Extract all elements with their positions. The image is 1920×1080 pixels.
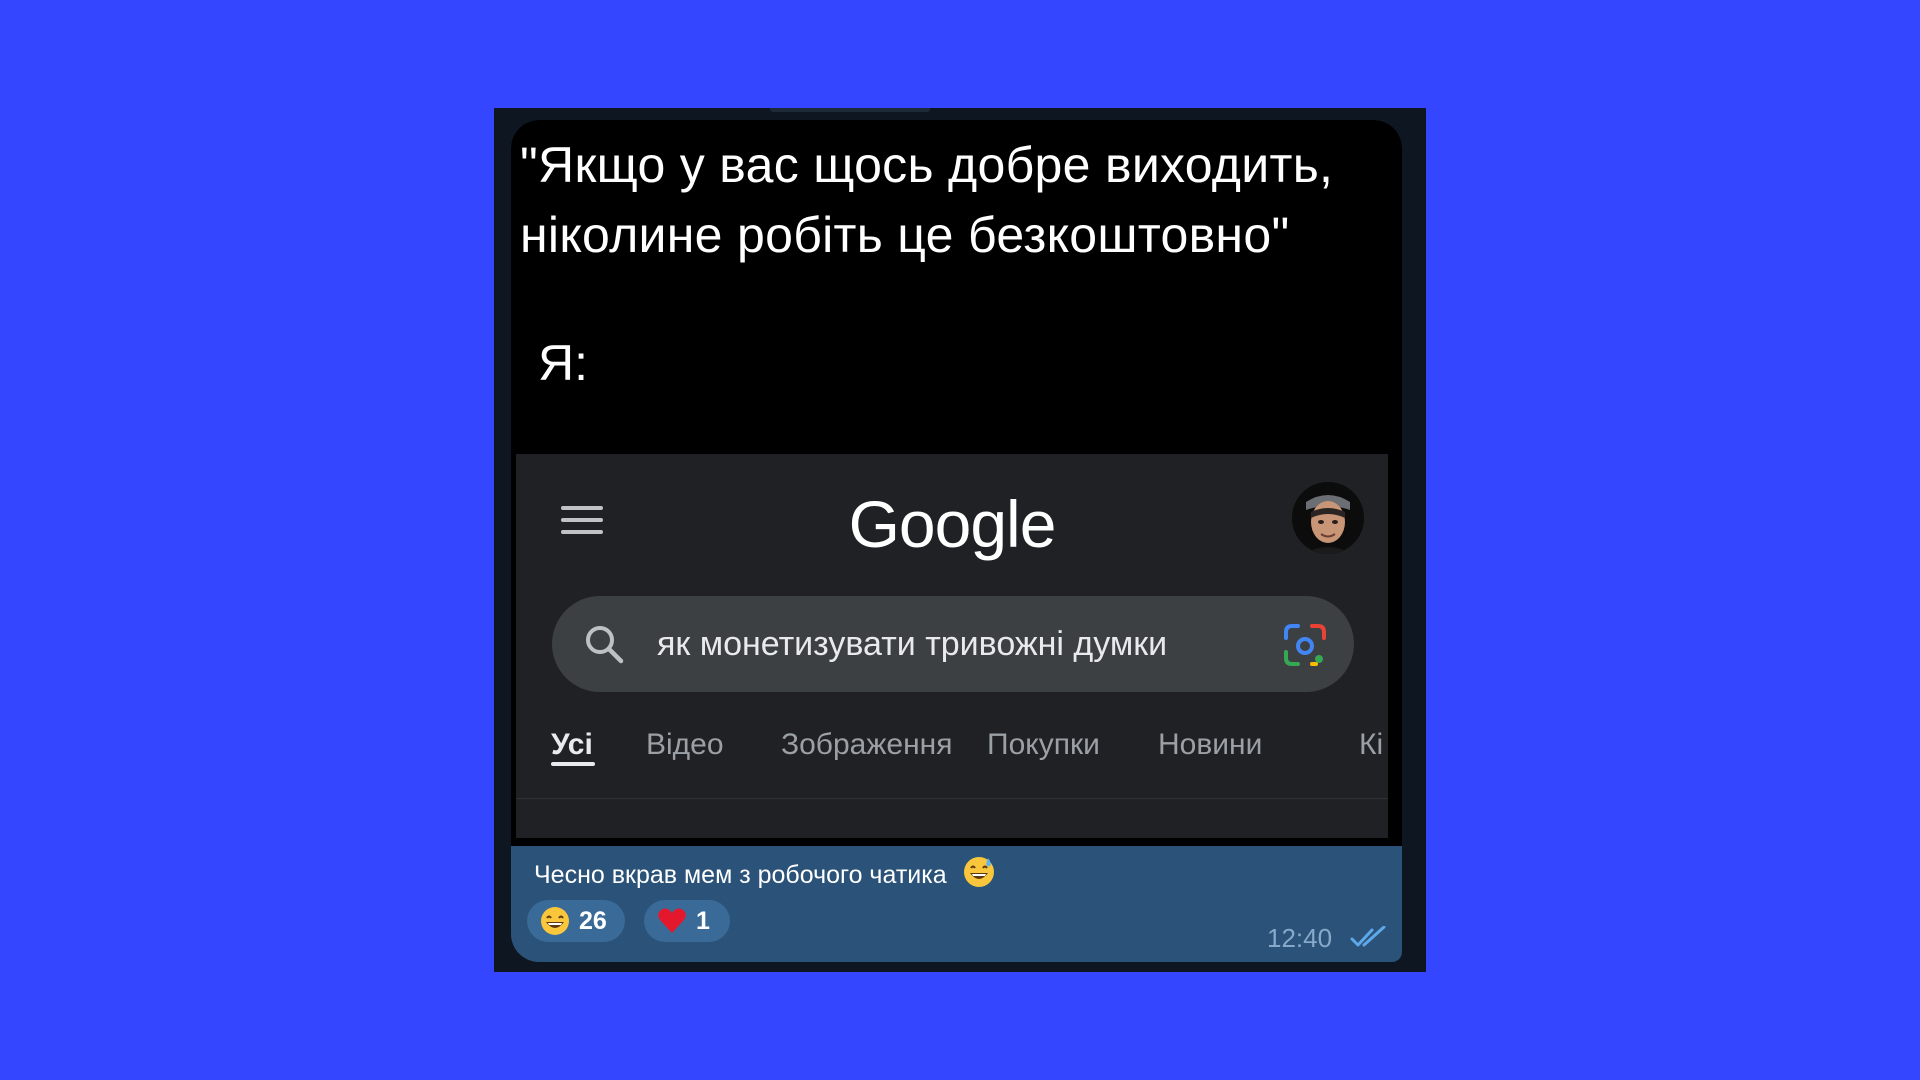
reaction-count: 26 <box>579 907 607 935</box>
caption-text: Чесно вкрав мем з робочого чатика <box>534 861 947 889</box>
google-screenshot: Google як монетизувати тривожні думки Ус… <box>516 454 1388 838</box>
hamburger-menu-icon <box>561 506 603 536</box>
google-logo: Google <box>848 487 1057 561</box>
google-divider <box>516 798 1388 799</box>
message-caption: Чесно вкрав мем з робочого чатика <box>534 855 996 895</box>
tab-more[interactable]: Кі <box>1359 716 1383 774</box>
search-tabs: Усі Відео Зображення Покупки Новини Кі <box>516 716 1388 796</box>
meme-image[interactable]: "Якщо у вас щось добре виходить, ніколин… <box>511 120 1402 846</box>
reaction-count: 1 <box>696 907 710 935</box>
red-heart-emoji <box>656 905 688 937</box>
grinning-face-emoji <box>539 905 571 937</box>
meme-quote-line-1: "Якщо у вас щось добре виходить, <box>520 137 1334 193</box>
tab-video[interactable]: Відео <box>646 716 724 774</box>
reaction-heart[interactable]: 1 <box>644 900 730 942</box>
tab-shopping[interactable]: Покупки <box>987 716 1100 774</box>
search-bar[interactable]: як монетизувати тривожні думки <box>552 596 1354 692</box>
window-notch <box>770 108 930 112</box>
message-time: 12:40 <box>1267 923 1333 953</box>
meme-quote-line-2: ніколине робіть це безкоштовно" <box>520 207 1290 263</box>
tab-news[interactable]: Новини <box>1158 716 1262 774</box>
google-lens-icon[interactable] <box>1282 622 1328 668</box>
meme-me-label: Я: <box>538 335 588 391</box>
active-tab-indicator <box>551 762 595 766</box>
meme-quote: "Якщо у вас щось добре виходить, ніколин… <box>520 130 1400 270</box>
search-input[interactable]: як монетизувати тривожні думки <box>657 596 1237 692</box>
message-bubble[interactable]: "Якщо у вас щось добре виходить, ніколин… <box>511 120 1402 962</box>
double-check-icon <box>1350 925 1390 950</box>
tab-images[interactable]: Зображення <box>781 716 953 774</box>
reaction-grinning[interactable]: 26 <box>527 900 625 942</box>
sweat-smile-emoji <box>962 855 996 889</box>
search-icon <box>582 622 626 666</box>
search-text-fade <box>1162 616 1242 672</box>
profile-avatar <box>1292 482 1364 554</box>
